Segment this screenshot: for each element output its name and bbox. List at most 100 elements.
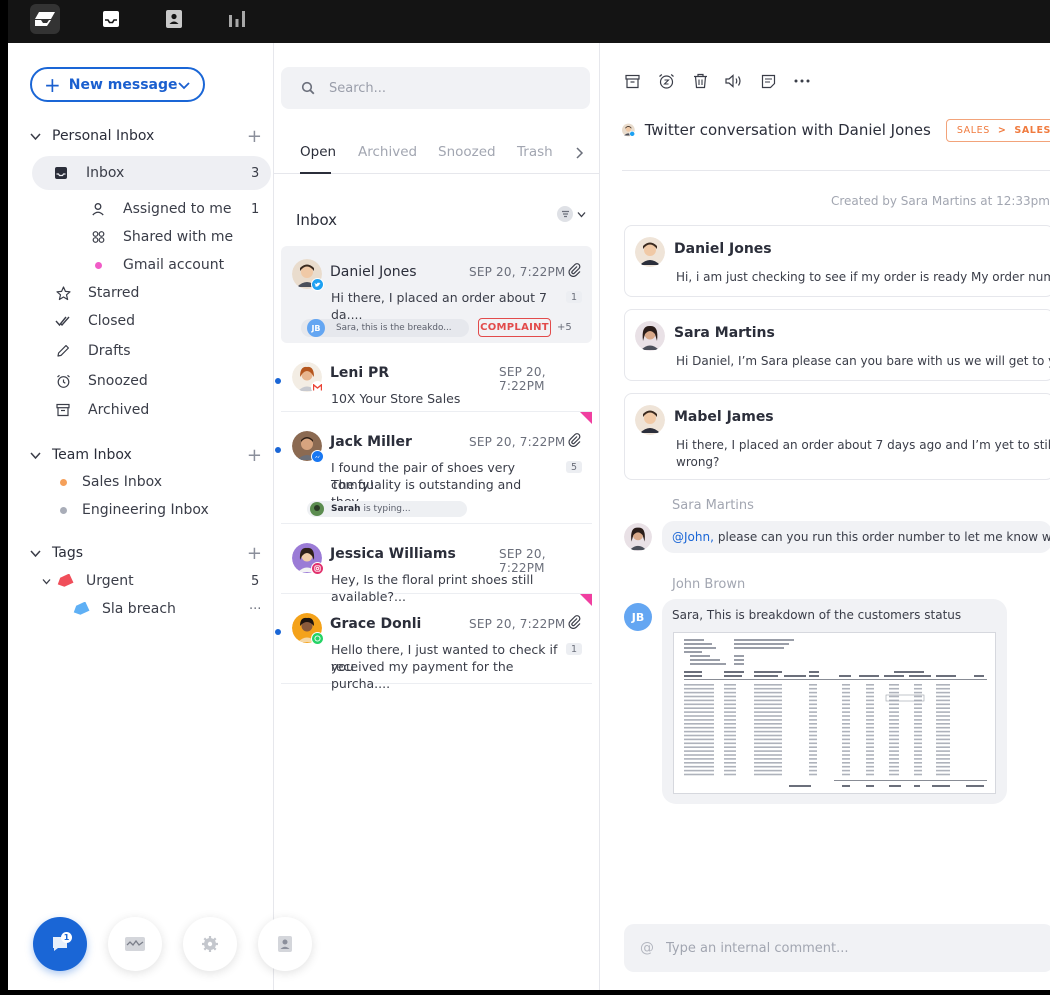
sidebar-item-closed[interactable]: Closed [54,307,254,335]
report-cell [866,699,874,702]
report-cell [889,703,899,706]
sidebar-item-starred[interactable]: Starred [54,279,254,307]
internal-note-attachment-bubble[interactable]: Sara, This is breakdown of the customers… [662,599,1007,804]
more-button[interactable] [792,71,812,91]
chevron-down-icon[interactable] [177,78,191,92]
report-image-attachment[interactable] [673,632,996,794]
sidebar-item-gmail[interactable]: Gmail account [89,251,264,279]
inbox-app-button[interactable] [30,4,60,34]
sidebar-item-shared[interactable]: Shared with me [89,223,264,251]
message-card-sara-martins[interactable]: Sara Martins Hi Daniel, I’m Sara please … [624,309,1050,381]
audio-button[interactable] [724,71,744,91]
sidebar-item-drafts[interactable]: Drafts [54,337,254,365]
inbox-breadcrumb[interactable]: SALES > SALES [945,118,1050,142]
report-cell [809,684,817,686]
report-cell [936,687,950,690]
snooze-button[interactable] [656,71,676,91]
sidebar-item-engineering-inbox[interactable]: Engineering Inbox [54,496,254,524]
sidebar-item-label: Urgent [86,573,134,589]
conversation-item-leni-pr[interactable]: Leni PR SEP 20, 7:22PM 10X Your Store Sa… [275,343,592,412]
report-cell [684,687,714,690]
report-cell [809,769,817,772]
report-cell [809,742,817,745]
contacts-icon [166,10,182,28]
report-cell [936,707,950,709]
tab-open[interactable]: Open [300,144,336,160]
message-card-mabel-james[interactable]: Mabel James Hi there, I placed an order … [624,393,1050,480]
team-inbox-header[interactable]: Team Inbox + [28,444,268,466]
sidebar-item-inbox[interactable]: Inbox 3 [52,159,262,187]
message-count: 1 [566,291,582,303]
sidebar-item-tag-sla-breach[interactable]: Sla breach ··· [72,595,264,623]
tab-snoozed[interactable]: Snoozed [438,144,496,160]
contact-name: Daniel Jones [330,264,417,280]
note-button[interactable] [758,71,778,91]
message-card-daniel-jones[interactable]: Daniel Jones Hi, i am just checking to s… [624,225,1050,297]
add-personal-inbox-icon[interactable]: + [247,126,262,147]
sidebar-item-tag-urgent[interactable]: Urgent 5 [42,567,264,595]
settings-fab-button[interactable] [183,917,237,971]
new-message-button[interactable]: + New message [30,67,205,102]
report-cell [684,719,714,721]
report-cell [889,742,899,745]
report-cell [754,707,782,709]
report-cell [936,773,950,776]
tags-header[interactable]: Tags + [28,542,268,564]
report-cell [754,750,782,752]
report-cell [684,769,714,772]
report-cell [866,687,874,690]
report-cell [889,684,899,686]
team-inbox-title: Team Inbox [52,447,132,463]
report-cell [889,762,899,764]
add-team-inbox-icon[interactable]: + [247,445,262,466]
inbox-icon [55,167,67,179]
report-cell [809,715,817,717]
sidebar-item-snoozed[interactable]: Snoozed [54,367,254,395]
tab-archived[interactable]: Archived [358,144,417,160]
tray-button[interactable] [96,4,126,34]
sidebar-item-sales-inbox[interactable]: Sales Inbox [54,468,254,496]
report-cell [842,687,850,690]
delete-button[interactable] [690,71,710,91]
reports-button[interactable] [222,4,252,34]
personal-inbox-header[interactable]: Personal Inbox + [28,125,268,147]
internal-comment-composer[interactable]: @ [624,924,1050,972]
contacts-button[interactable] [159,4,189,34]
report-cell [866,711,874,713]
chevron-down-icon[interactable] [42,577,51,586]
personal-inbox-title: Personal Inbox [52,128,155,144]
more-tags-count[interactable]: +5 [557,322,572,333]
search-input[interactable] [329,80,549,96]
conversation-item-jack-miller[interactable]: Jack Miller SEP 20, 7:22PM I found the p… [275,412,592,524]
conversation-item-grace-donli[interactable]: Grace Donli SEP 20, 7:22PM Hello there, … [275,594,592,691]
add-tag-icon[interactable]: + [247,543,262,564]
sidebar-item-label: Sla breach [102,601,176,617]
activity-fab-button[interactable] [108,917,162,971]
user-mention[interactable]: @John, [672,530,714,544]
sidebar-item-assigned[interactable]: Assigned to me 1 [89,195,264,223]
internal-note-bubble[interactable]: @John, please can you run this order num… [662,521,1050,553]
sidebar-item-archived[interactable]: Archived [54,396,254,424]
volume-icon [725,74,741,88]
report-cell [724,719,736,721]
complaint-tag[interactable]: COMPLAINT [478,318,551,337]
list-filter-button[interactable] [557,206,586,222]
report-cell [842,699,850,702]
archive-button[interactable] [622,71,642,91]
conversation-item-jessica-williams[interactable]: Jessica Williams SEP 20, 7:22PM Hey, Is … [281,524,592,604]
tabs-next-button[interactable] [575,145,584,164]
chat-fab-button[interactable]: 1 [33,917,87,971]
report-cell [842,715,850,717]
tab-trash[interactable]: Trash [517,144,553,160]
avatar [635,405,665,435]
more-options-icon[interactable]: ··· [249,602,261,617]
messenger-icon [311,450,324,463]
at-mention-icon[interactable]: @ [640,940,654,956]
search-box[interactable] [281,67,590,109]
report-cell [936,699,950,702]
instagram-icon [311,562,324,575]
internal-comment-input[interactable] [666,940,1016,956]
conversation-item-daniel-jones[interactable]: Daniel Jones SEP 20, 7:22PM Hi there, I … [281,246,592,343]
report-cell [866,769,874,772]
report-cell [754,765,782,768]
